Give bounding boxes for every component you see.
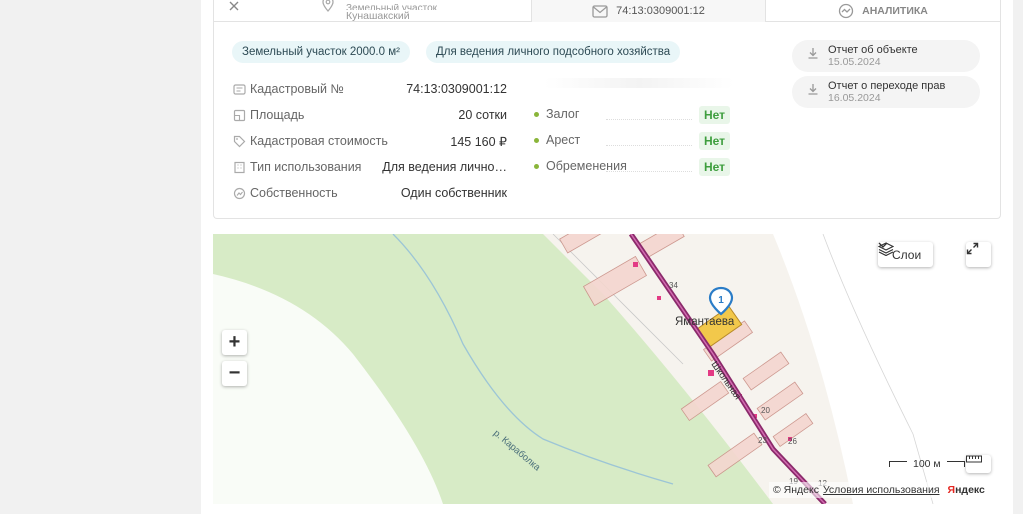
layers-label: Слои — [892, 247, 922, 262]
house-number: 20 — [761, 406, 770, 415]
envelope-icon — [592, 4, 608, 18]
ruler-button[interactable] — [966, 455, 991, 473]
report-title: Отчет о переходе прав — [828, 80, 946, 92]
report-date: 15.05.2024 — [828, 56, 881, 68]
detail-value: Для ведения лично… — [382, 160, 507, 174]
status-dot — [534, 138, 539, 143]
id-card-icon — [232, 83, 246, 95]
report-rights-transfer-button[interactable]: Отчет о переходе прав 16.05.2024 — [792, 76, 980, 108]
house-number: 26 — [788, 437, 797, 446]
map-view[interactable]: р. Караболка Школьная Ямантаева 34 20 23… — [213, 234, 1001, 504]
map-scale: 100 м — [889, 458, 965, 470]
chevron-down-icon — [878, 242, 888, 248]
price-tag-icon — [233, 135, 245, 147]
report-date: 16.05.2024 — [828, 92, 881, 104]
detail-value: 20 сотки — [458, 108, 507, 122]
copyright-text: © Яндекс — [773, 484, 819, 496]
building-icon — [233, 161, 245, 173]
loading-placeholder — [544, 78, 734, 88]
detail-value: 74:13:0309001:12 — [406, 82, 507, 96]
tab-cadastral-label: 74:13:0309001:12 — [616, 5, 705, 17]
terms-link[interactable]: Условия использования — [823, 484, 940, 496]
map-copyright: © Яндекс Условия использования Яндекс — [769, 482, 989, 498]
detail-value: Один собственник — [400, 186, 507, 200]
detail-label: Собственность — [250, 186, 338, 200]
detail-value: 145 160 ₽ — [450, 134, 507, 149]
river-label: р. Караболка — [491, 428, 543, 474]
fullscreen-button[interactable] — [966, 242, 991, 267]
yandex-logo: Яндекс — [947, 484, 985, 496]
close-icon — [229, 1, 239, 11]
detail-label: Кадастровый № — [250, 82, 344, 96]
analytics-icon — [838, 3, 854, 19]
detail-label: Тип использования — [250, 160, 362, 174]
detail-area: Площадь 20 сотки — [232, 106, 507, 124]
download-icon — [808, 84, 818, 95]
village-label: Ямантаева — [675, 316, 735, 328]
status-badge: Нет — [698, 132, 730, 150]
detail-cadastral-number: Кадастровый № 74:13:0309001:12 — [232, 80, 507, 98]
tab-analytics-label: АНАЛИТИКА — [862, 5, 928, 17]
detail-cadastral-value: Кадастровая стоимость 145 160 ₽ — [232, 132, 507, 150]
status-dot — [534, 164, 539, 169]
status-badge: Нет — [698, 106, 730, 124]
restriction-encumbrance: Обременения Нет — [534, 158, 730, 176]
info-card: Земельный участок 2000.0 м² Для ведения … — [213, 22, 1001, 219]
scale-label: 100 м — [913, 458, 941, 470]
property-panel: Земельный участок Кунашакский 74:13:0309… — [201, 0, 1013, 514]
restriction-label: Залог — [546, 107, 580, 121]
download-icon — [808, 48, 818, 59]
zoom-out-button[interactable]: − — [222, 361, 247, 386]
map-pin-icon — [322, 0, 334, 12]
detail-usage-type: Тип использования Для ведения лично… — [232, 158, 507, 176]
area-icon — [233, 109, 245, 121]
report-title: Отчет об объекте — [828, 44, 918, 56]
detail-label: Площадь — [250, 108, 305, 122]
status-dot — [534, 112, 539, 117]
restriction-arrest: Арест Нет — [534, 132, 730, 150]
detail-ownership: Собственность Один собственник — [232, 184, 507, 202]
close-button[interactable] — [214, 0, 254, 22]
tab-cadastral[interactable]: 74:13:0309001:12 — [532, 0, 766, 22]
expand-icon — [966, 242, 979, 255]
house-number: 23 — [758, 436, 767, 445]
report-object-button[interactable]: Отчет об объекте 15.05.2024 — [792, 40, 980, 72]
tab-bar: Земельный участок Кунашакский 74:13:0309… — [213, 0, 1001, 22]
restriction-label: Арест — [546, 133, 581, 147]
ruler-icon — [966, 455, 982, 463]
house-number: 34 — [669, 281, 678, 290]
restriction-pledge: Залог Нет — [534, 106, 730, 124]
tab-land-subtitle: Кунашакский — [346, 10, 410, 22]
tab-land-plot[interactable]: Земельный участок Кунашакский — [254, 0, 532, 22]
tab-analytics[interactable]: АНАЛИТИКА — [766, 0, 1000, 22]
map-canvas: р. Караболка Школьная Ямантаева 34 20 23… — [213, 234, 1001, 504]
ownership-icon — [233, 187, 245, 199]
zoom-in-button[interactable]: + — [222, 330, 247, 355]
chip-area: Земельный участок 2000.0 м² — [232, 41, 410, 63]
layers-button[interactable]: Слои — [878, 242, 934, 267]
chip-usage: Для ведения личного подсобного хозяйства — [426, 41, 681, 63]
status-badge: Нет — [698, 158, 730, 176]
marker-number: 1 — [718, 295, 724, 306]
detail-label: Кадастровая стоимость — [250, 134, 388, 148]
